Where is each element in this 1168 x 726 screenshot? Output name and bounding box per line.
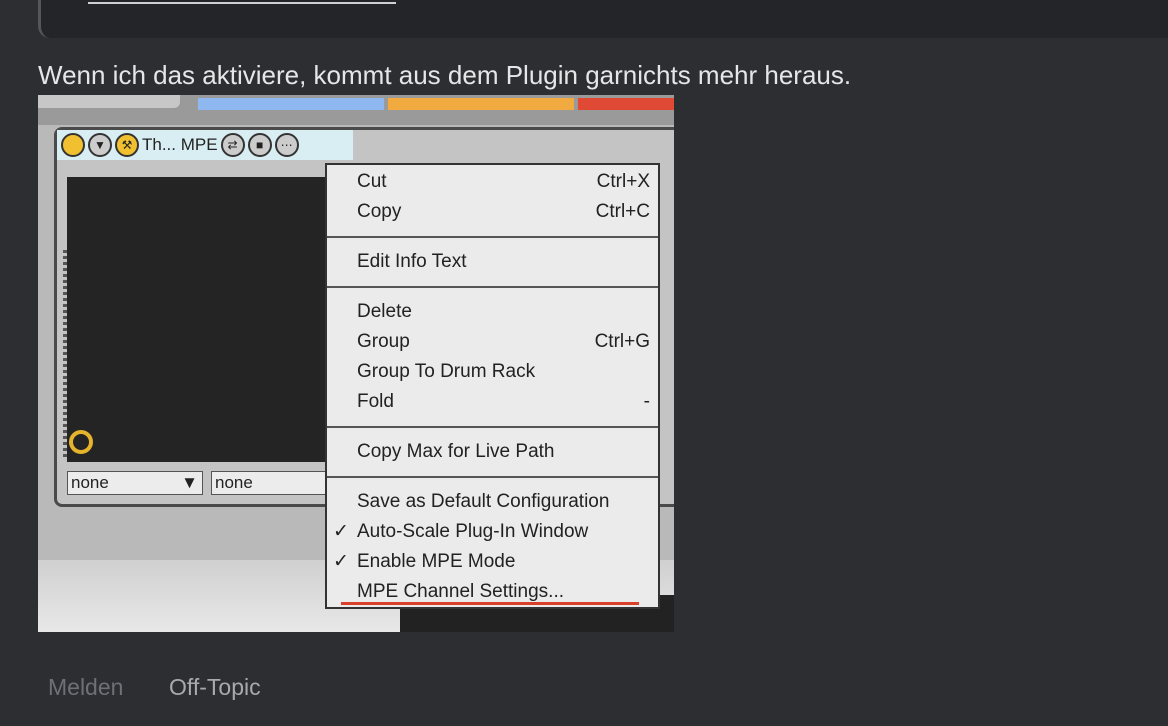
menu-item-label: Delete [357, 301, 412, 322]
fold-icon[interactable]: ▼ [88, 133, 112, 157]
power-icon[interactable] [61, 133, 85, 157]
menu-shortcut: - [643, 391, 650, 412]
save-icon[interactable]: ■ [247, 133, 272, 157]
mpe-icon[interactable]: ⇄ [220, 133, 245, 157]
menu-item-label: Edit Info Text [357, 251, 467, 272]
menu-item-copy[interactable]: Copy Ctrl+C [327, 197, 658, 227]
screenshot-image: ▼ ⚒ Th... MPE ⇄ ■ ⋯ none ▼ none Cut Ctrl+X… [38, 95, 674, 632]
post-text: Wenn ich das aktiviere, kommt aus dem Pl… [38, 60, 852, 90]
red-underline-annotation [341, 602, 639, 605]
menu-item-label: Fold [357, 391, 394, 412]
menu-item-delete[interactable]: Delete [327, 297, 658, 327]
menu-shortcut: Ctrl+G [594, 331, 650, 352]
quote-block [38, 0, 1168, 38]
menu-item-label: Cut [357, 171, 387, 192]
menu-separator [327, 236, 658, 238]
track-color-orange [388, 98, 574, 110]
wrench-icon[interactable]: ⚒ [115, 133, 139, 157]
menu-item-label: Copy Max for Live Path [357, 441, 555, 462]
plugin-display [67, 177, 337, 462]
menu-item-save-as-default-configuration[interactable]: Save as Default Configuration [327, 487, 658, 517]
menu-separator [327, 476, 658, 478]
report-button[interactable]: Melden [48, 674, 123, 701]
menu-item-label: MPE Channel Settings... [357, 581, 564, 602]
check-icon: ✓ [333, 521, 349, 542]
menu-item-copy-max-for-live-path[interactable]: Copy Max for Live Path [327, 437, 658, 467]
menu-item-label: Save as Default Configuration [357, 491, 610, 512]
menu-separator [327, 286, 658, 288]
menu-item-label: Enable MPE Mode [357, 551, 516, 572]
menu-item-edit-info-text[interactable]: Edit Info Text [327, 247, 658, 277]
menu-item-fold[interactable]: Fold - [327, 387, 658, 417]
menu-item-label: Copy [357, 201, 402, 222]
context-menu: Cut Ctrl+X Copy Ctrl+C Edit Info Text Delete G… [325, 163, 660, 609]
menu-item-auto-scale-plug-in-window[interactable]: ✓ Auto-Scale Plug-In Window [327, 517, 658, 547]
menu-separator [327, 426, 658, 428]
menu-item-group-to-drum-rack[interactable]: Group To Drum Rack [327, 357, 658, 387]
menu-item-label: Group To Drum Rack [357, 361, 536, 382]
device-header: ▼ ⚒ Th... MPE ⇄ ■ ⋯ [57, 130, 353, 160]
knob-icon[interactable] [69, 430, 93, 454]
menu-shortcut: Ctrl+X [596, 171, 650, 192]
offtopic-button[interactable]: Off-Topic [169, 674, 261, 701]
track-header [38, 95, 674, 125]
check-icon: ✓ [333, 551, 349, 572]
menu-shortcut: Ctrl+C [595, 201, 650, 222]
more-icon[interactable]: ⋯ [274, 133, 299, 157]
device-title: Th... MPE [142, 135, 218, 154]
menu-item-enable-mpe-mode[interactable]: ✓ Enable MPE Mode [327, 547, 658, 577]
menu-item-label: Group [357, 331, 410, 352]
selector-2[interactable]: none [211, 471, 341, 495]
selector-1[interactable]: none ▼ [67, 471, 203, 495]
track-color-blue [198, 98, 384, 110]
track-color-red [578, 98, 674, 110]
menu-item-label: Auto-Scale Plug-In Window [357, 521, 589, 542]
menu-item-cut[interactable]: Cut Ctrl+X [327, 167, 658, 197]
menu-item-group[interactable]: Group Ctrl+G [327, 327, 658, 357]
quote-link[interactable] [88, 0, 396, 4]
